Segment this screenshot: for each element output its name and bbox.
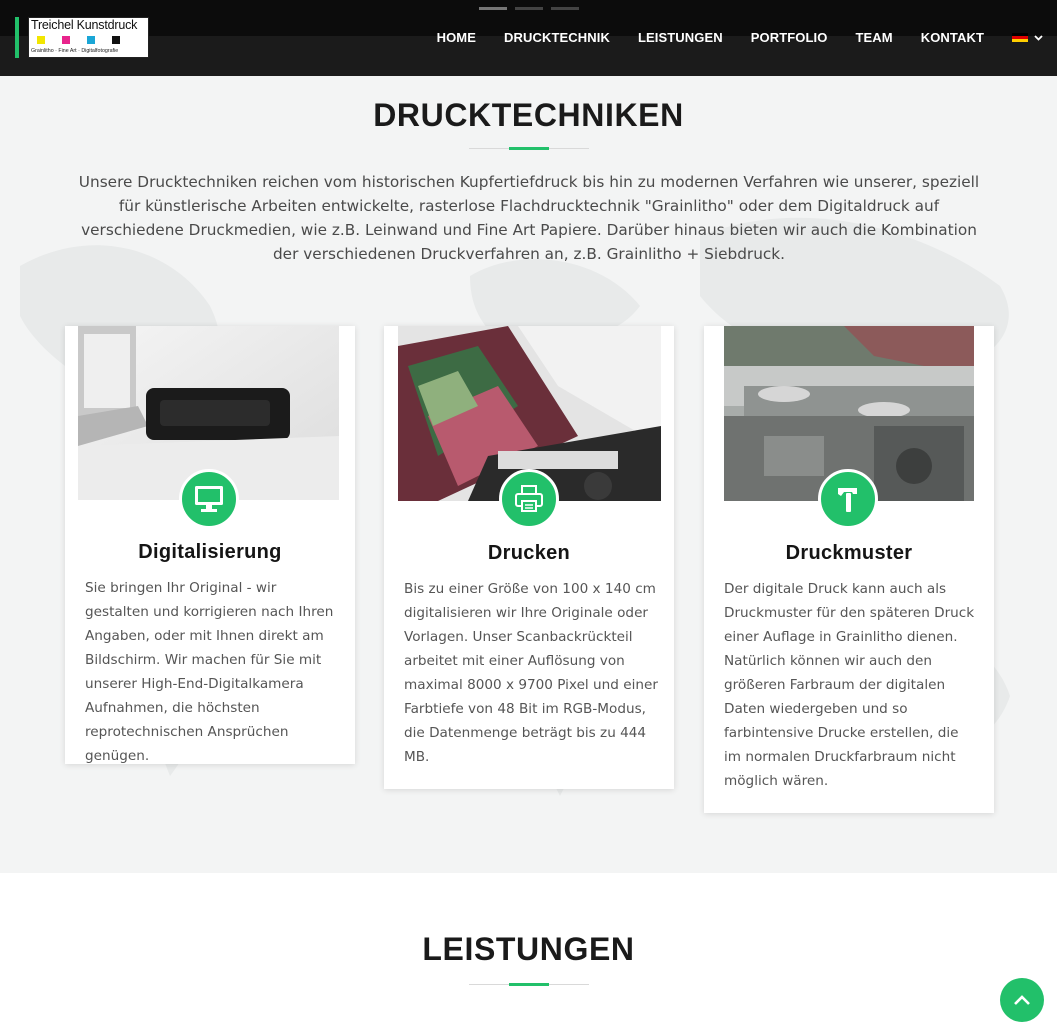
main-nav: HOME DRUCKTECHNIK LEISTUNGEN PORTFOLIO T…	[409, 30, 1043, 45]
nav-team[interactable]: TEAM	[855, 30, 892, 45]
card-icon-circle	[179, 469, 239, 529]
drucktechniken-section: DRUCKTECHNIKEN Unsere Drucktechniken rei…	[0, 76, 1057, 873]
german-flag-icon	[1012, 32, 1028, 43]
site-logo[interactable]: Treichel Kunstdruck Grainlitho · Fine Ar…	[28, 17, 149, 58]
card-text: Bis zu einer Größe von 100 x 140 cm digi…	[404, 581, 658, 765]
section-title: DRUCKTECHNIKEN	[373, 97, 684, 133]
leistungen-title: LEISTUNGEN	[422, 931, 635, 967]
card-icon-circle	[818, 469, 878, 529]
logo-accent-bar	[15, 17, 19, 58]
card-drucken: Drucken Bis zu einer Größe von 100 x 140…	[384, 326, 674, 789]
printer-icon	[515, 485, 543, 512]
slider-dot[interactable]	[515, 7, 543, 10]
card-title: Drucken	[487, 542, 571, 564]
card-icon-circle	[499, 469, 559, 529]
nav-portfolio[interactable]: PORTFOLIO	[751, 30, 828, 45]
chevron-up-icon	[1014, 995, 1030, 1005]
logo-square-cyan	[87, 36, 95, 44]
nav-kontakt[interactable]: KONTAKT	[921, 30, 984, 45]
card-text: Der digitale Druck kann auch als Druckmu…	[724, 581, 975, 789]
card-title: Digitalisierung	[138, 541, 282, 563]
chevron-down-icon	[1034, 34, 1043, 41]
card-druckmuster: Druckmuster Der digitale Druck kann auch…	[704, 326, 994, 813]
site-header: Treichel Kunstdruck Grainlitho · Fine Ar…	[0, 0, 1057, 76]
language-selector[interactable]	[1012, 32, 1043, 43]
nav-drucktechnik[interactable]: DRUCKTECHNIK	[504, 30, 610, 45]
card-title: Druckmuster	[785, 542, 913, 564]
title-accent	[509, 147, 549, 150]
logo-subtitle: Grainlitho · Fine Art · Digitalfotografi…	[31, 48, 119, 54]
nav-leistungen[interactable]: LEISTUNGEN	[638, 30, 723, 45]
hammer-icon	[838, 488, 857, 512]
logo-square-magenta	[62, 36, 70, 44]
slider-dot[interactable]	[479, 7, 507, 10]
logo-title: Treichel Kunstdruck	[31, 18, 138, 32]
logo-square-yellow	[37, 36, 45, 44]
card-digitalisierung: Digitalisierung Sie bringen Ihr Original…	[65, 326, 355, 764]
nav-home[interactable]: HOME	[437, 30, 476, 45]
intro-text: Unsere Drucktechniken reichen vom histor…	[78, 173, 980, 263]
logo-square-black	[112, 36, 120, 44]
scroll-to-top-button[interactable]	[1000, 978, 1044, 1022]
monitor-icon	[195, 486, 223, 512]
logo-color-squares	[37, 36, 120, 44]
title-accent	[509, 983, 549, 986]
card-text: Sie bringen Ihr Original - wir gestalten…	[85, 580, 334, 764]
slider-indicator	[479, 7, 579, 10]
slider-dot[interactable]	[551, 7, 579, 10]
